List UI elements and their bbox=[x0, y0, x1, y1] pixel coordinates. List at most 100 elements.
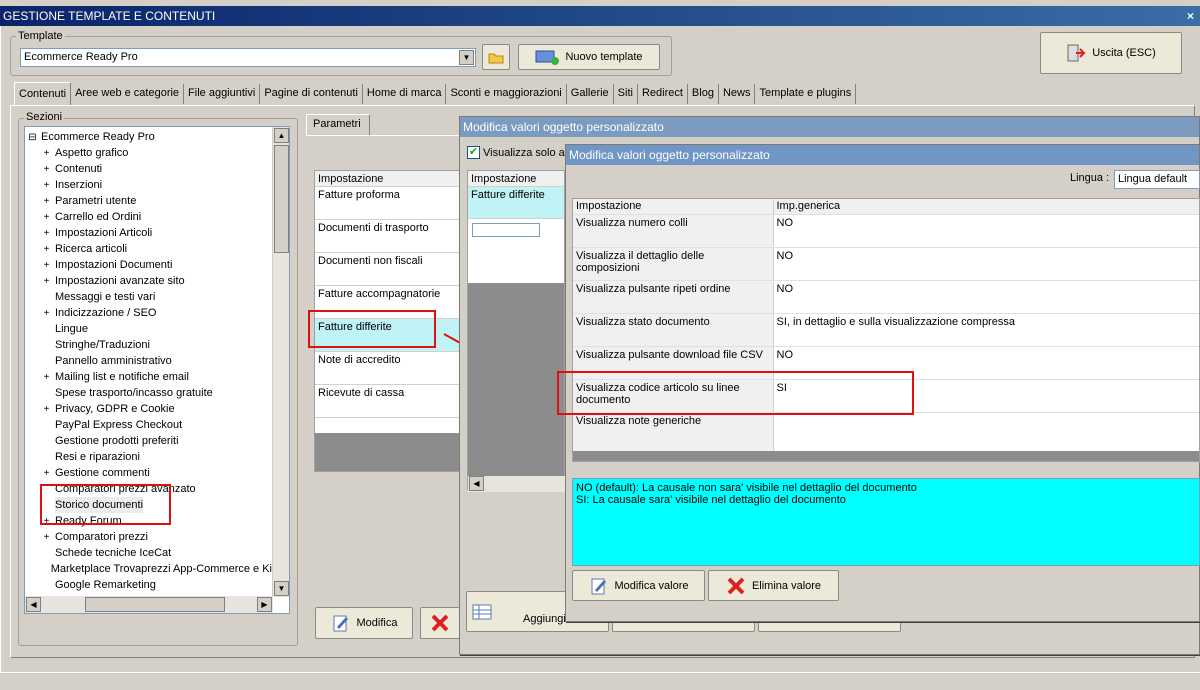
exit-button[interactable]: Uscita (ESC) bbox=[1040, 32, 1182, 74]
tree-item[interactable]: Google Remarketing bbox=[28, 577, 272, 593]
language-select[interactable]: Lingua default bbox=[1114, 170, 1200, 189]
scroll-right-icon[interactable]: ▶ bbox=[257, 597, 272, 612]
value-cell[interactable] bbox=[773, 412, 1199, 453]
tree-item-label: Gestione prodotti preferiti bbox=[55, 435, 179, 447]
tab-template-plugins[interactable]: Template e plugins bbox=[755, 84, 857, 104]
expand-icon[interactable]: + bbox=[42, 468, 51, 478]
tab-siti[interactable]: Siti bbox=[614, 84, 638, 104]
tab-parametri[interactable]: Parametri bbox=[306, 114, 370, 136]
params-row-fatture-proforma[interactable]: Fatture proforma bbox=[315, 187, 463, 220]
setting-cell[interactable]: Visualizza stato documento bbox=[573, 313, 774, 347]
tab-blog[interactable]: Blog bbox=[688, 84, 719, 104]
expand-icon[interactable]: + bbox=[42, 404, 51, 414]
delete-button[interactable] bbox=[420, 607, 460, 639]
tab-contenuti[interactable]: Contenuti bbox=[14, 82, 72, 105]
tab-pagine-contenuti[interactable]: Pagine di contenuti bbox=[260, 84, 363, 104]
delete-value-button[interactable]: Elimina valore bbox=[708, 570, 839, 601]
collapse-icon[interactable]: ⊟ bbox=[28, 132, 37, 142]
chevron-down-icon[interactable]: ▼ bbox=[459, 50, 474, 65]
tree-item[interactable]: + Aspetto grafico bbox=[28, 145, 272, 161]
expand-icon[interactable]: + bbox=[42, 148, 51, 158]
expand-icon[interactable]: + bbox=[42, 244, 51, 254]
expand-icon[interactable]: + bbox=[42, 532, 51, 542]
tab-aree-web[interactable]: Aree web e categorie bbox=[71, 84, 185, 104]
tree-horizontal-scrollbar[interactable]: ◀ ▶ bbox=[25, 596, 273, 613]
scroll-up-icon[interactable]: ▲ bbox=[274, 128, 289, 143]
tab-home-marca[interactable]: Home di marca bbox=[363, 84, 447, 104]
tab-gallerie[interactable]: Gallerie bbox=[567, 84, 614, 104]
tree-item[interactable]: + Impostazioni Articoli bbox=[28, 225, 272, 241]
expand-icon[interactable]: + bbox=[42, 212, 51, 222]
modify-value-label: Modifica valore bbox=[614, 579, 689, 592]
tree-item[interactable]: Schede tecniche IceCat bbox=[28, 545, 272, 561]
scroll-left-icon[interactable]: ◀ bbox=[26, 597, 41, 612]
tree-item-label: Impostazioni Documenti bbox=[55, 259, 173, 271]
dialog-back-input[interactable] bbox=[472, 223, 540, 237]
tree-item[interactable]: + Inserzioni bbox=[28, 177, 272, 193]
expand-icon[interactable]: + bbox=[42, 276, 51, 286]
template-select[interactable]: Ecommerce Ready Pro ▼ bbox=[20, 48, 476, 67]
tree-item[interactable]: + Ricerca articoli bbox=[28, 241, 272, 257]
open-folder-button[interactable] bbox=[482, 44, 510, 70]
tree-vertical-scrollbar[interactable]: ▲ ▼ bbox=[272, 127, 289, 597]
close-icon[interactable]: × bbox=[1187, 6, 1194, 26]
expand-icon[interactable]: + bbox=[42, 228, 51, 238]
dialog-back-hscroll[interactable]: ◀ bbox=[468, 476, 565, 492]
tree-item[interactable]: Messaggi e testi vari bbox=[28, 289, 272, 305]
sections-tree[interactable]: ⊟ Ecommerce Ready Pro + Aspetto grafico + C… bbox=[24, 126, 290, 614]
tree-item[interactable]: + Contenuti bbox=[28, 161, 272, 177]
params-row-documenti-non-fiscali[interactable]: Documenti non fiscali bbox=[315, 253, 463, 286]
tree-root[interactable]: ⊟ Ecommerce Ready Pro bbox=[28, 129, 272, 145]
scroll-down-icon[interactable]: ▼ bbox=[274, 581, 289, 596]
value-cell[interactable]: SI, in dettaglio e sulla visualizzazione… bbox=[773, 313, 1199, 347]
scroll-thumb[interactable] bbox=[274, 145, 289, 253]
tree-item[interactable]: + Impostazioni avanzate sito bbox=[28, 273, 272, 289]
expand-icon[interactable]: + bbox=[42, 260, 51, 270]
new-template-label: Nuovo template bbox=[565, 51, 643, 63]
expand-icon[interactable]: + bbox=[42, 180, 51, 190]
tree-item[interactable]: + Comparatori prezzi bbox=[28, 529, 272, 545]
tree-item[interactable]: + Indicizzazione / SEO bbox=[28, 305, 272, 321]
tab-file-aggiuntivi[interactable]: File aggiuntivi bbox=[184, 84, 261, 104]
params-row-documenti-trasporto[interactable]: Documenti di trasporto bbox=[315, 220, 463, 253]
tree-item[interactable]: Gestione prodotti preferiti bbox=[28, 433, 272, 449]
setting-cell[interactable]: Visualizza numero colli bbox=[573, 214, 774, 248]
tree-item[interactable]: Marketplace Trovaprezzi App-Commerce e K… bbox=[28, 561, 272, 577]
scroll-left-icon[interactable]: ◀ bbox=[469, 476, 484, 491]
tree-item-label: Messaggi e testi vari bbox=[55, 291, 156, 303]
expand-icon[interactable]: + bbox=[42, 196, 51, 206]
tree-item[interactable]: + Parametri utente bbox=[28, 193, 272, 209]
tree-item[interactable]: Stringhe/Traduzioni bbox=[28, 337, 272, 353]
modify-value-button[interactable]: Modifica valore bbox=[572, 570, 705, 601]
new-template-button[interactable]: Nuovo template bbox=[518, 44, 660, 70]
value-cell[interactable]: NO bbox=[773, 247, 1199, 281]
tree-item[interactable]: Spese trasporto/incasso gratuite bbox=[28, 385, 272, 401]
dialog-back-row[interactable]: Fatture differite bbox=[468, 187, 564, 219]
tab-sconti[interactable]: Sconti e maggiorazioni bbox=[446, 84, 567, 104]
tree-item[interactable]: + Gestione commenti bbox=[28, 465, 272, 481]
checkbox-icon[interactable]: ✔ bbox=[467, 146, 480, 159]
tree-item-label: Stringhe/Traduzioni bbox=[55, 339, 150, 351]
show-only-checkbox[interactable]: ✔ Visualizza solo an bbox=[467, 146, 571, 159]
expand-icon[interactable]: + bbox=[42, 308, 51, 318]
tab-news[interactable]: News bbox=[719, 84, 756, 104]
modify-button[interactable]: Modifica bbox=[315, 607, 413, 639]
tree-item[interactable]: PayPal Express Checkout bbox=[28, 417, 272, 433]
tab-redirect[interactable]: Redirect bbox=[638, 84, 688, 104]
setting-cell[interactable]: Visualizza il dettaglio delle composizio… bbox=[573, 247, 774, 281]
expand-icon[interactable]: + bbox=[42, 164, 51, 174]
tree-item[interactable]: Pannello amministrativo bbox=[28, 353, 272, 369]
value-cell[interactable]: NO bbox=[773, 280, 1199, 314]
tree-item[interactable]: Resi e riparazioni bbox=[28, 449, 272, 465]
tree-item[interactable]: Lingue bbox=[28, 321, 272, 337]
expand-icon[interactable]: + bbox=[42, 372, 51, 382]
tree-item[interactable]: + Privacy, GDPR e Cookie bbox=[28, 401, 272, 417]
tree-item[interactable]: + Impostazioni Documenti bbox=[28, 257, 272, 273]
setting-cell[interactable]: Visualizza note generiche bbox=[573, 412, 774, 453]
tree-item[interactable]: + Carrello ed Ordini bbox=[28, 209, 272, 225]
setting-cell[interactable]: Visualizza pulsante ripeti ordine bbox=[573, 280, 774, 314]
value-cell[interactable]: NO bbox=[773, 214, 1199, 248]
hscroll-thumb[interactable] bbox=[85, 597, 225, 612]
tree-item[interactable]: + Mailing list e notifiche email bbox=[28, 369, 272, 385]
